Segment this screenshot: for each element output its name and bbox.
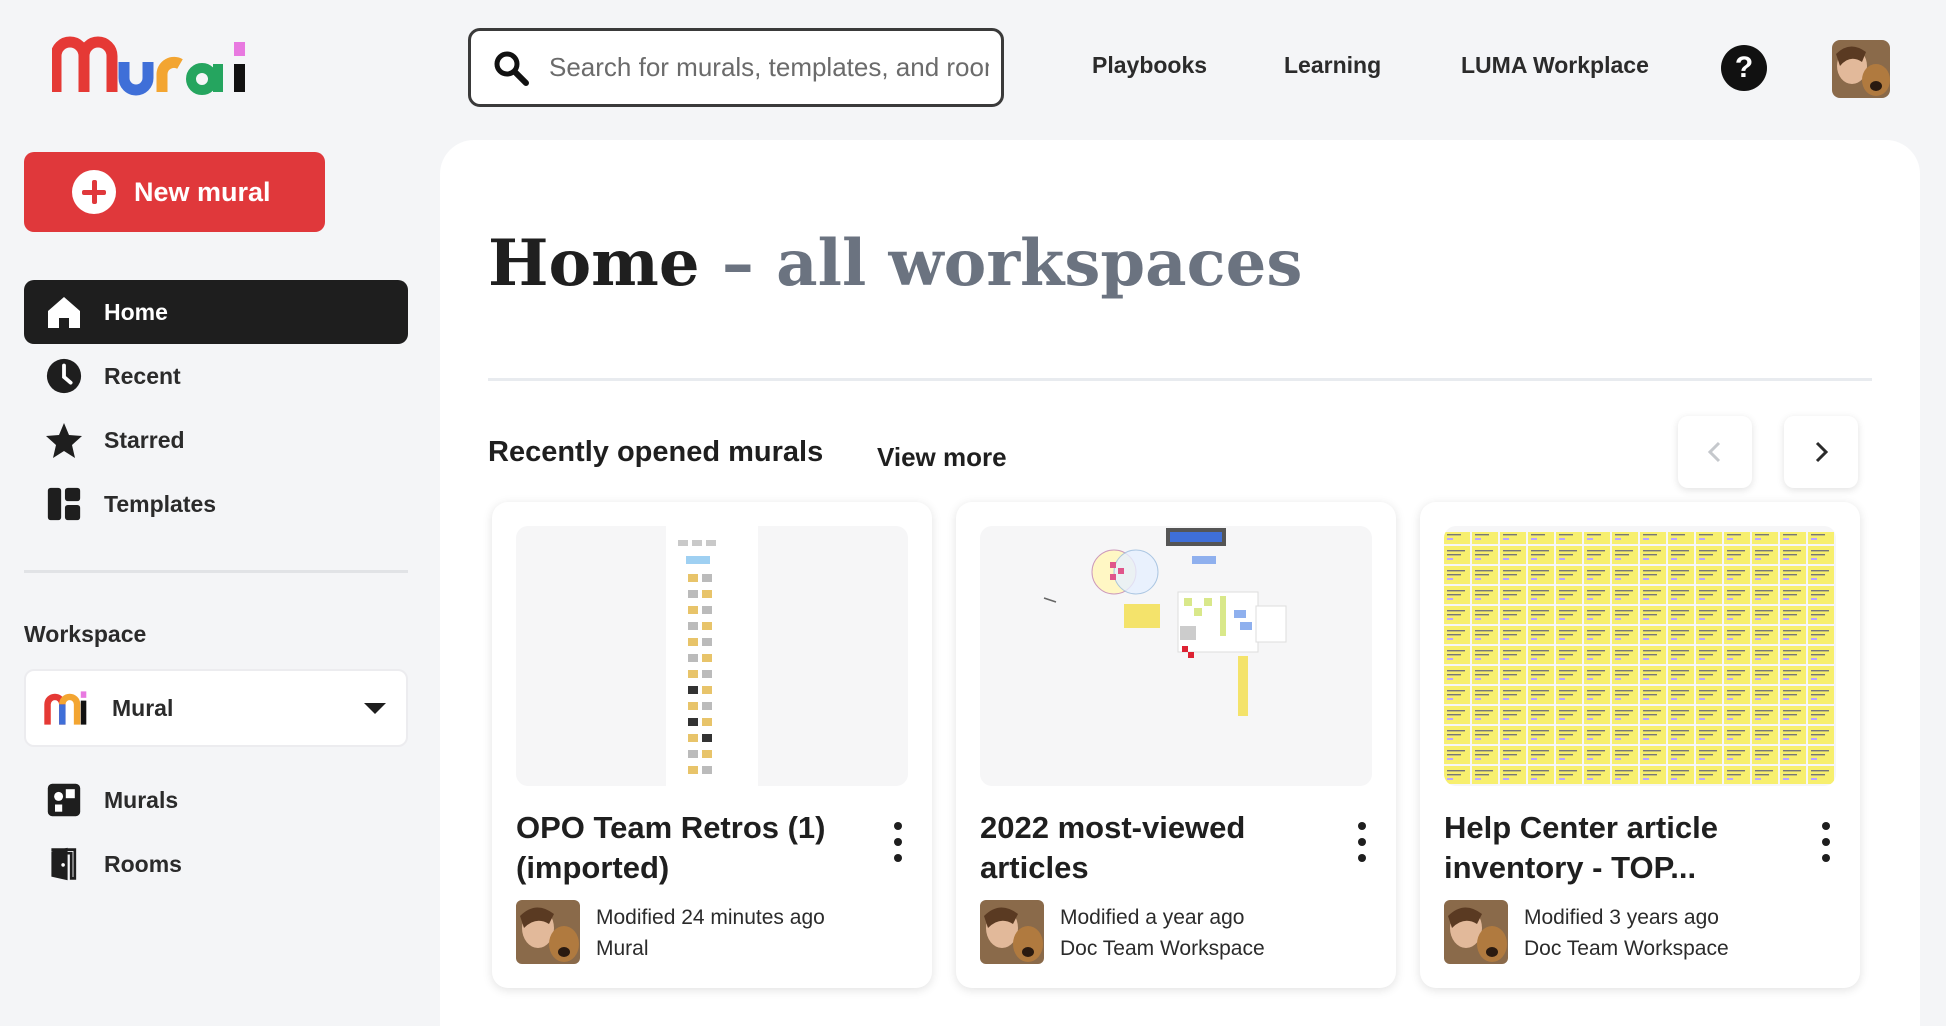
sidebar-item-label: Rooms <box>104 850 182 877</box>
home-icon <box>44 292 84 332</box>
user-avatar[interactable] <box>1832 40 1890 98</box>
search-input[interactable] <box>549 52 989 83</box>
more-options-icon[interactable] <box>1820 822 1832 862</box>
next-button[interactable] <box>1784 416 1858 488</box>
mural-card[interactable]: 2022 most-viewed articles Modified a yea… <box>956 502 1396 988</box>
help-icon[interactable]: ? <box>1721 45 1767 91</box>
avatar <box>1444 900 1508 964</box>
modified-time: Modified 24 minutes ago <box>596 906 825 929</box>
sidebar-item-recent[interactable]: Recent <box>24 344 408 408</box>
mural-meta: Modified 3 years ago Doc Team Workspace <box>1524 902 1729 964</box>
workspace-label: Workspace <box>24 621 147 647</box>
workspace-logo-icon <box>40 682 92 734</box>
templates-icon <box>44 484 84 524</box>
star-icon <box>44 420 84 460</box>
nav-playbooks[interactable]: Playbooks <box>1092 52 1207 79</box>
mural-meta: Modified a year ago Doc Team Workspace <box>1060 902 1265 964</box>
view-more-link[interactable]: View more <box>877 442 1007 473</box>
page-title-main: Home <box>488 226 700 301</box>
recent-murals-heading: Recently opened murals <box>488 436 824 468</box>
sidebar-item-label: Templates <box>104 490 217 517</box>
section-divider <box>488 378 1872 381</box>
sidebar-item-label: Home <box>104 298 168 325</box>
search-icon <box>494 51 529 86</box>
mural-workspace: Doc Team Workspace <box>1524 937 1729 960</box>
avatar <box>980 900 1044 964</box>
new-mural-label: New mural <box>134 176 271 207</box>
avatar <box>516 900 580 964</box>
mural-workspace: Mural <box>596 937 649 960</box>
sidebar-item-starred[interactable]: Starred <box>24 408 408 472</box>
modified-time: Modified a year ago <box>1060 906 1245 929</box>
sidebar-item-murals[interactable]: Murals <box>24 768 408 832</box>
main-panel: Home – all workspaces Recently opened mu… <box>440 140 1920 1026</box>
chevron-down-icon <box>364 703 386 714</box>
sidebar-item-label: Murals <box>104 786 179 813</box>
mural-title[interactable]: 2022 most-viewed articles <box>980 808 1320 888</box>
mural-thumbnail[interactable] <box>516 526 908 786</box>
modified-time: Modified 3 years ago <box>1524 906 1719 929</box>
sidebar-item-home[interactable]: Home <box>24 280 408 344</box>
mural-card[interactable]: OPO Team Retros (1) (imported) Modified … <box>492 502 932 988</box>
sidebar-item-label: Recent <box>104 362 181 389</box>
nav-luma-workplace[interactable]: LUMA Workplace <box>1461 52 1649 79</box>
sidebar-item-label: Starred <box>104 426 185 453</box>
murals-icon <box>44 780 84 820</box>
previous-button[interactable] <box>1678 416 1752 488</box>
plus-icon <box>72 170 116 214</box>
chevron-right-icon <box>1815 441 1829 463</box>
page-title-subtitle: – all workspaces <box>721 226 1303 301</box>
mural-card[interactable]: Help Center article inventory - TOP... M… <box>1420 502 1860 988</box>
sidebar-item-rooms[interactable]: Rooms <box>24 832 408 896</box>
sidebar-divider <box>24 570 408 573</box>
new-mural-button[interactable]: New mural <box>24 152 325 232</box>
mural-title[interactable]: OPO Team Retros (1) (imported) <box>516 808 856 888</box>
chevron-left-icon <box>1707 441 1721 463</box>
nav-learning[interactable]: Learning <box>1284 52 1381 79</box>
page-title: Home – all workspaces <box>488 226 1302 301</box>
more-options-icon[interactable] <box>1356 822 1368 862</box>
mural-workspace: Doc Team Workspace <box>1060 937 1265 960</box>
sidebar-item-templates[interactable]: Templates <box>24 472 408 536</box>
mural-thumbnail[interactable] <box>980 526 1372 786</box>
mural-logo[interactable] <box>52 34 262 96</box>
clock-icon <box>44 356 84 396</box>
workspace-selector[interactable]: Mural <box>24 669 408 747</box>
mural-title[interactable]: Help Center article inventory - TOP... <box>1444 808 1784 888</box>
mural-thumbnail[interactable] <box>1444 526 1836 786</box>
door-icon <box>44 844 84 884</box>
more-options-icon[interactable] <box>892 822 904 862</box>
mural-meta: Modified 24 minutes ago Mural <box>596 902 825 964</box>
search-box[interactable] <box>468 28 1004 107</box>
workspace-name: Mural <box>112 694 174 721</box>
